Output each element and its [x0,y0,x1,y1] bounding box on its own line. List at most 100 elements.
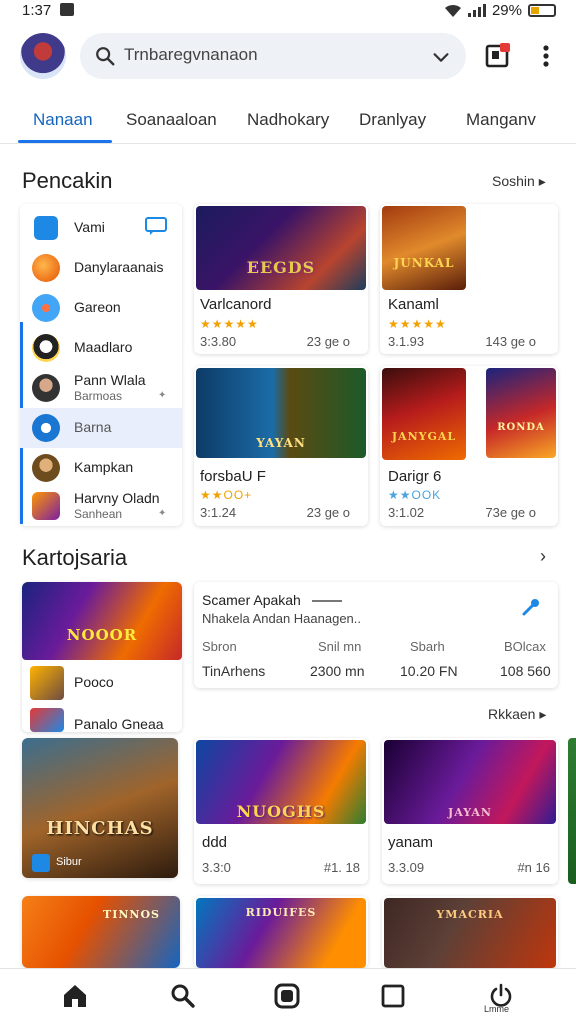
featured-item[interactable]: Pooco [74,674,114,690]
game-art-title: HINCHAS [46,818,154,839]
game-art-title: JAYAN [448,806,492,819]
tab-nanaan[interactable]: Nanaan [33,110,93,130]
game-art-title: TINNOS [103,908,160,921]
category-label: Barna [74,419,112,435]
category-item-danylaraanais[interactable]: Danylaraanais [20,248,182,288]
game-card[interactable]: TINNOS [22,896,180,968]
profile-icon [32,374,60,402]
game-art: JAYAN [384,740,556,824]
info-divider [312,600,342,602]
home-icon[interactable] [60,981,90,1011]
game-meta-right: #1. 18 [323,860,360,875]
game-card[interactable]: RIDUIFES [194,896,368,968]
microphone-icon[interactable] [520,596,542,618]
game-art-title: EEGDS [246,258,316,277]
game-art: HINCHAS Sibur [22,738,178,878]
game-card[interactable]: JUNKAL Kanaml ★★★★★ 3.1.93 143 ge o [380,204,558,354]
section-chevron-link[interactable]: › [540,546,546,567]
game-title: ddd [202,834,228,851]
game-meta: 3.3:0 [202,860,231,875]
portrait-icon [32,454,60,482]
category-label: Maadlaro [74,339,133,355]
status-bar: 1:37 29% [0,0,576,22]
category-sub: Sanhean [74,507,123,521]
game-art-title: RIDUIFES [245,906,317,919]
game-art-title: JUNKAL [393,256,455,270]
library-icon[interactable] [378,981,408,1011]
app-thumb-icon [30,708,64,732]
game-meta-right: 73e ge o [485,505,536,520]
game-art: YMACRIA [384,898,556,968]
category-item-gareon[interactable]: Gareon [20,288,182,328]
more-vert-icon[interactable] [530,40,562,72]
redeem-icon[interactable] [482,40,514,72]
category-item-pann-wlala[interactable]: Pann Wlala Barmoas ✦ [20,368,182,408]
category-item-barna[interactable]: Barna [20,408,182,448]
section-more-link[interactable]: Rkkaen ▸ [488,706,546,723]
featured-art: NOOOR [22,582,182,660]
info-header: Sbarh [410,639,445,654]
game-card[interactable]: JANYGAL RONDA Darigr 6 ★★OOK 3:1.02 73e … [380,366,558,526]
game-art: JUNKAL [382,206,466,290]
section-see-all-link[interactable]: Soshin ▸ [492,173,546,190]
games-icon[interactable] [272,981,302,1011]
compass-icon [32,294,60,322]
game-card[interactable]: NUOGHS ddd 3.3:0 #1. 18 [194,738,368,884]
pin-icon: ✦ [158,390,167,401]
next-card-peek [568,738,576,884]
featured-item[interactable]: Panalo Gneaa [74,716,164,732]
info-card[interactable]: Scamer Apakah Nhakela Andan Haanagen.. S… [194,582,558,688]
chevron-down-icon[interactable] [430,46,452,68]
game-card[interactable]: JAYAN yanam 3.3.09 #n 16 [382,738,558,884]
category-list: Vami Danylaraanais Gareon Maadlaro Pann … [20,204,182,526]
game-meta-right: 23 ge o [306,334,350,349]
tab-nadhokary[interactable]: Nadhokary [247,110,329,130]
game-meta: 3:1.24 [200,505,237,520]
game-meta: 3:1.02 [388,505,425,520]
section-title-2: Kartojsaria [22,545,128,570]
rating-stars: ★★★★★ [388,317,447,331]
category-label: Vami [74,219,105,235]
tab-manganv[interactable]: Manganv [466,110,536,130]
game-card[interactable]: EEGDS Varlcanord ★★★★★ 3:3.80 23 ge o [194,204,368,354]
avatar[interactable] [20,33,66,79]
tab-indicator [18,140,112,143]
category-sub: Barmoas [74,389,123,403]
featured-card[interactable]: NOOOR Pooco Panalo Gneaa [22,582,182,732]
category-item-maadlaro[interactable]: Maadlaro [20,328,182,368]
game-art-title: NUOGHS [236,802,326,821]
search-input[interactable] [124,45,404,65]
search-icon[interactable] [168,981,198,1011]
info-card-title: Scamer Apakah [202,592,301,608]
game-title: Darigr 6 [388,468,442,485]
status-time: 1:37 [22,2,52,19]
game-art-secondary: RONDA [486,368,556,458]
info-header: Sbron [202,639,237,654]
category-label: Pann Wlala [74,372,146,388]
game-card[interactable]: YMACRIA [382,896,558,968]
tab-dranlyay[interactable]: Dranlyay [359,110,426,130]
game-meta: 3.1.93 [388,334,425,349]
search-bar[interactable] [80,33,466,79]
game-card[interactable]: YAYAN forsbaU F ★★OO+ 3:1.24 23 ge o [194,366,368,526]
category-item-harvny-oladn[interactable]: Harvny Oladn Sanhean ✦ [20,486,182,526]
chat-icon[interactable] [144,216,168,236]
game-badge-text: Sibur [56,856,82,868]
battery-percent: 29% [491,2,522,19]
game-meta-right: 23 ge o [306,505,350,520]
info-header: Snil mn [318,639,362,654]
category-label: Harvny Oladn [74,490,160,506]
nav-label: Lmme [484,1004,510,1014]
game-card[interactable]: HINCHAS Sibur [22,738,178,878]
app-badge-icon [32,854,50,872]
tab-soanaaloan[interactable]: Soanaaloan [126,110,217,130]
tab-bar: Nanaan Soanaaloan Nadhokary Dranlyay Man… [0,100,576,144]
battery-icon [528,4,556,17]
category-item-kampkan[interactable]: Kampkan [20,448,182,488]
search-icon [96,47,115,66]
game-art: RIDUIFES [196,898,366,968]
wifi-icon [444,4,461,17]
category-item-vami[interactable]: Vami [20,208,182,248]
info-value: 10.20 FN [400,663,458,679]
info-card-subtitle: Nhakela Andan Haanagen.. [202,611,362,626]
